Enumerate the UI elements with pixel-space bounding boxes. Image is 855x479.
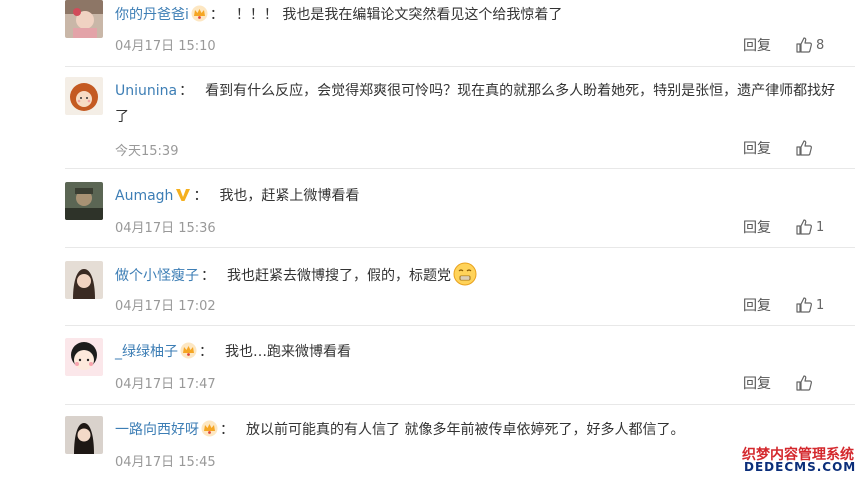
- divider: [65, 168, 855, 169]
- separator-colon: ：: [220, 422, 234, 438]
- comment-actions: 回复 1: [743, 294, 825, 316]
- comment-time: 今天15:39: [115, 144, 179, 159]
- comment-body: 你的丹爸爸i ： ！！！ 我也是我在编辑论文突然看见这个给我惊着了: [115, 2, 837, 28]
- vip-crown-icon: [201, 420, 218, 437]
- avatar[interactable]: [65, 338, 103, 376]
- reply-button[interactable]: 回复: [743, 295, 771, 315]
- username-link[interactable]: 一路向西好呀: [115, 422, 199, 438]
- vip-crown-icon: [191, 5, 208, 22]
- separator-colon: ：: [199, 344, 213, 360]
- username-link[interactable]: 你的丹爸爸i: [115, 7, 189, 23]
- comment-text: 放以前可能真的有人信了 就像多年前被传卓依婷死了，好多人都信了。: [246, 422, 685, 438]
- separator-colon: ：: [193, 188, 208, 204]
- comment-text: 看到有什么反应，会觉得郑爽很可怜吗？现在真的就那么多人盼着她死，特别是张恒，遗产…: [115, 83, 836, 125]
- avatar[interactable]: [65, 261, 103, 299]
- comment-text: 我也赶紧去微博搜了，假的，标题党: [227, 268, 451, 284]
- comment-time: 04月17日 17:02: [115, 299, 216, 314]
- separator-colon: ：: [179, 83, 194, 99]
- divider: [65, 404, 855, 405]
- comment-body: Aumagh ： 我也，赶紧上微博看看: [115, 183, 837, 209]
- comment-text: ！！！ 我也是我在编辑论文突然看见这个给我惊着了: [235, 7, 563, 23]
- site-watermark: 织梦内容管理系统 DEDECMS.COM: [732, 436, 855, 479]
- username-link[interactable]: Uniunina: [115, 83, 177, 99]
- comment-body: _绿绿柚子 ： 我也…跑来微博看看: [115, 339, 837, 365]
- thumbs-up-icon: [796, 140, 812, 156]
- comment-actions: 回复 1: [743, 216, 825, 238]
- like-button[interactable]: [795, 139, 825, 157]
- comment-actions: 回复 8: [743, 34, 825, 56]
- grimace-emoji-icon: [453, 262, 477, 286]
- separator-colon: ：: [201, 268, 215, 284]
- thumbs-up-icon: [796, 297, 812, 313]
- like-button[interactable]: 8: [795, 36, 825, 54]
- verified-v-icon: [175, 186, 191, 202]
- comment-time: 04月17日 17:47: [115, 377, 216, 392]
- username-link[interactable]: 做个小怪瘦子: [115, 268, 199, 284]
- divider: [65, 247, 855, 248]
- comment-body: 一路向西好呀 ： 放以前可能真的有人信了 就像多年前被传卓依婷死了，好多人都信了。: [115, 417, 837, 443]
- divider: [65, 325, 855, 326]
- vip-crown-icon: [180, 342, 197, 359]
- comment-actions: 回复: [743, 372, 825, 394]
- like-button[interactable]: 1: [795, 218, 825, 236]
- comment-body: 做个小怪瘦子： 我也赶紧去微博搜了，假的，标题党: [115, 262, 837, 289]
- thumbs-up-icon: [796, 219, 812, 235]
- comment-body: Uniunina：看到有什么反应，会觉得郑爽很可怜吗？现在真的就那么多人盼着她死…: [115, 78, 840, 130]
- comment-time: 04月17日 15:45: [115, 455, 216, 470]
- like-count: 8: [816, 37, 825, 53]
- username-link[interactable]: _绿绿柚子: [115, 344, 178, 360]
- username-link[interactable]: Aumagh: [115, 188, 173, 204]
- avatar[interactable]: [65, 182, 103, 220]
- thumbs-up-icon: [796, 37, 812, 53]
- avatar[interactable]: [65, 0, 103, 38]
- divider: [65, 66, 855, 67]
- comment-time: 04月17日 15:36: [115, 221, 216, 236]
- reply-button[interactable]: 回复: [743, 138, 771, 158]
- reply-button[interactable]: 回复: [743, 35, 771, 55]
- comment-text: 我也…跑来微博看看: [225, 344, 351, 360]
- comment-text: 我也，赶紧上微博看看: [219, 188, 360, 204]
- reply-button[interactable]: 回复: [743, 217, 771, 237]
- like-button[interactable]: 1: [795, 296, 825, 314]
- thumbs-up-icon: [796, 375, 812, 391]
- like-count: 1: [816, 297, 825, 313]
- avatar[interactable]: [65, 77, 103, 115]
- avatar[interactable]: [65, 416, 103, 454]
- reply-button[interactable]: 回复: [743, 373, 771, 393]
- like-count: 1: [816, 219, 825, 235]
- like-button[interactable]: [795, 374, 825, 392]
- watermark-url: DEDECMS.COM: [744, 460, 855, 474]
- separator-colon: ：: [209, 7, 224, 23]
- comment-actions: 回复: [743, 137, 825, 159]
- comment-time: 04月17日 15:10: [115, 39, 216, 54]
